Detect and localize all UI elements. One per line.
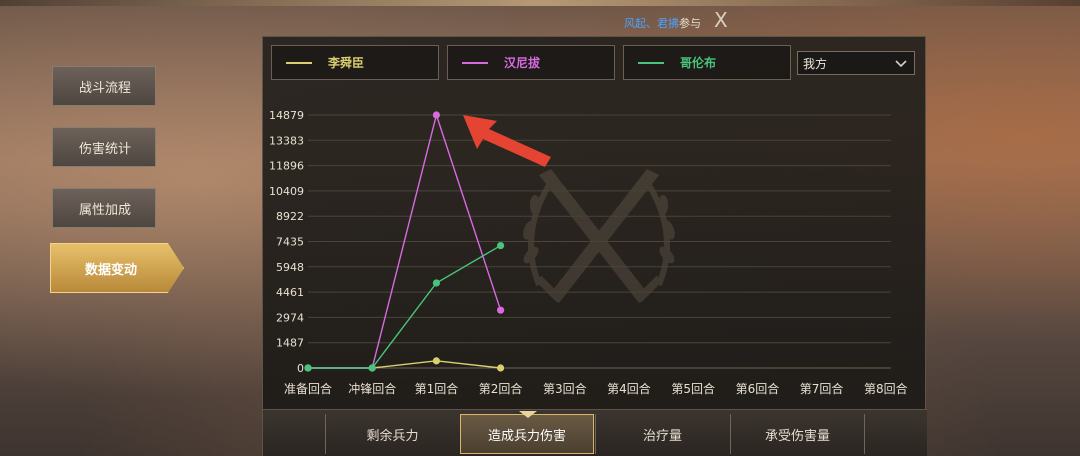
- y-tick-label: 2974: [276, 311, 304, 324]
- x-tick-label: 第6回合: [736, 381, 780, 396]
- series-line: [308, 244, 501, 369]
- tab-troop-damage-dealt[interactable]: 造成兵力伤害: [460, 411, 594, 454]
- sidebar-item-label: 伤害统计: [79, 141, 132, 157]
- data-point: [497, 364, 505, 372]
- participants-suffix: 参与: [679, 17, 701, 30]
- tab-healing[interactable]: 治疗量: [595, 414, 729, 454]
- x-tick-label: 第8回合: [864, 381, 908, 396]
- red-arrow-icon: [463, 115, 551, 167]
- tab-label: 造成兵力伤害: [487, 428, 566, 444]
- x-tick-label: 第3回合: [543, 381, 587, 396]
- y-tick-label: 1487: [276, 337, 304, 350]
- y-tick-label: 13383: [269, 134, 304, 147]
- y-tick-label: 14879: [269, 109, 304, 122]
- active-tab-indicator: [519, 411, 537, 418]
- tab-divider: [864, 414, 865, 454]
- y-tick-label: 11896: [269, 160, 304, 173]
- data-panel: 李舜臣 汉尼拔 哥伦布 我方 0 1487 2974 4461 5948 743…: [262, 36, 927, 456]
- y-tick-label: 0: [297, 362, 304, 375]
- sidebar-item-battle-flow[interactable]: 战斗流程: [52, 66, 156, 106]
- x-tick-label: 冲锋回合: [348, 381, 396, 396]
- x-tick-label: 第4回合: [607, 381, 651, 396]
- tab-damage-taken[interactable]: 承受伤害量: [730, 414, 864, 454]
- sidebar-item-attribute-bonus[interactable]: 属性加成: [52, 188, 156, 228]
- sidebar-item-label: 数据变动: [85, 262, 138, 278]
- series-line: [308, 360, 501, 369]
- sidebar-item-damage-stats[interactable]: 伤害统计: [52, 127, 156, 167]
- participants-tip: 风起、君拂参与: [624, 15, 701, 31]
- sidebar-item-label: 战斗流程: [79, 80, 132, 96]
- y-tick-label: 10409: [269, 185, 304, 198]
- sidebar-item-label: 属性加成: [79, 202, 132, 218]
- line-chart: 0 1487 2974 4461 5948 7435 8922 10409 11896 13383…: [269, 109, 908, 396]
- tab-remaining-troops[interactable]: 剩余兵力: [325, 414, 459, 454]
- x-tick-label: 第1回合: [415, 381, 459, 396]
- participants-highlight: 风起、君拂: [624, 17, 679, 30]
- x-tick-label: 准备回合: [284, 381, 332, 396]
- y-tick-label: 8922: [276, 210, 304, 223]
- data-point: [432, 357, 440, 365]
- x-tick-label: 第2回合: [479, 381, 523, 396]
- y-tick-label: 5948: [276, 261, 304, 274]
- data-point: [432, 111, 440, 119]
- tab-bar: 剩余兵力 造成兵力伤害 治疗量 承受伤害量: [263, 409, 927, 456]
- data-point: [304, 364, 312, 372]
- data-point: [497, 306, 505, 314]
- x-tick-label: 第7回合: [800, 381, 844, 396]
- y-tick-label: 4461: [276, 286, 304, 299]
- x-tick-label: 第5回合: [671, 381, 715, 396]
- tab-label: 剩余兵力: [366, 428, 419, 444]
- data-point: [432, 279, 440, 287]
- data-point: [497, 241, 505, 250]
- y-tick-label: 7435: [276, 236, 304, 249]
- sidebar-item-data-changes[interactable]: 数据变动: [50, 243, 184, 293]
- data-point: [368, 364, 376, 372]
- tab-label: 承受伤害量: [764, 428, 830, 444]
- close-icon[interactable]: X: [714, 10, 732, 30]
- tab-label: 治疗量: [642, 428, 682, 444]
- top-frame-line: [0, 0, 1080, 6]
